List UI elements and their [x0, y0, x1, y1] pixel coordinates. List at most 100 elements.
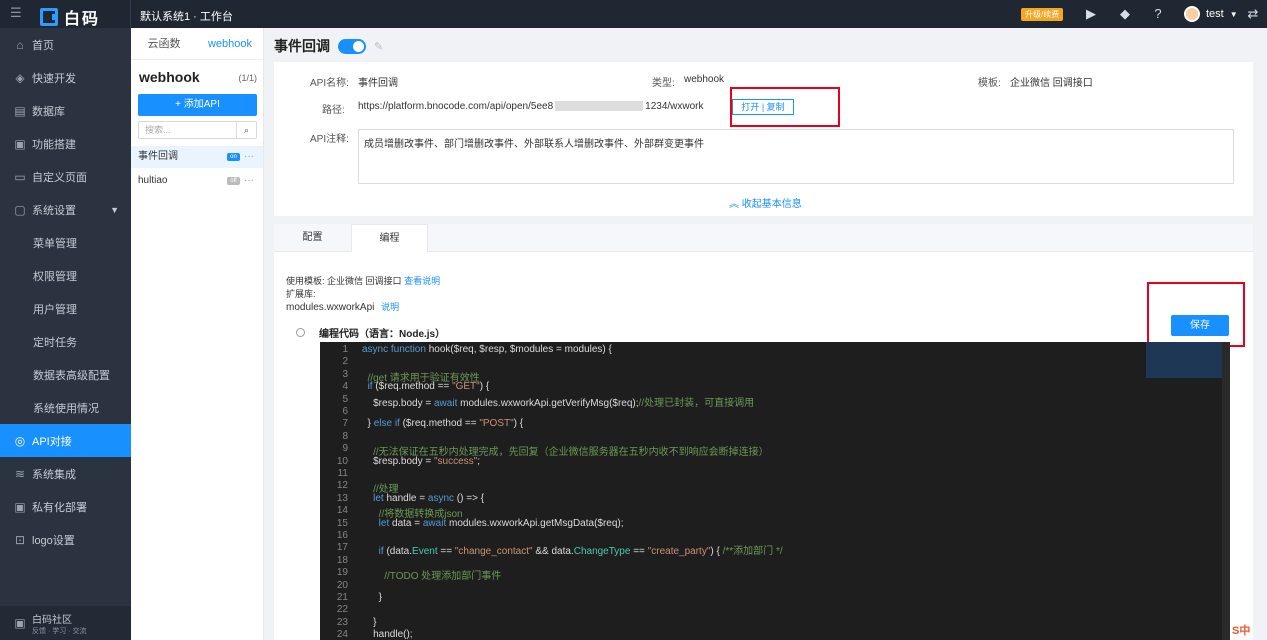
radio-icon[interactable] [296, 328, 305, 337]
sidebar-item-build[interactable]: ▣ 功能搭建 [0, 127, 131, 160]
line-number: 14 [336, 505, 348, 517]
switch-icon[interactable]: ⇄ [1245, 6, 1261, 22]
sidebar-item-label: 权限管理 [33, 270, 77, 283]
ext-doc-link[interactable]: 说明 [381, 302, 399, 312]
view-doc-link[interactable]: 查看说明 [404, 276, 440, 286]
code-line[interactable]: handle(); [362, 629, 412, 640]
breadcrumb[interactable]: 默认系统1 · 工作台 [140, 8, 233, 24]
bird-icon[interactable]: ◆ [1117, 6, 1133, 22]
api-count: (1/1) [238, 73, 257, 83]
template-label: 模板: [978, 78, 1001, 89]
sidebar-item-home[interactable]: ⌂ 首页 [0, 28, 131, 61]
tab-config[interactable]: 配置 [274, 224, 351, 252]
code-line[interactable]: } else if ($req.method == "POST") { [362, 418, 524, 429]
code-line[interactable]: if ($req.method == "GET") { [362, 381, 490, 392]
edit-icon[interactable]: ✎ [374, 40, 383, 53]
add-api-button[interactable]: + 添加API [138, 94, 257, 116]
search-placeholder: 搜索... [145, 125, 171, 135]
api-name: hultiao [138, 175, 168, 186]
use-template-label: 使用模板: [286, 276, 325, 286]
code-line[interactable]: //TODO 处理添加部门事件 [362, 567, 501, 582]
sidebar-item-label: 快速开发 [32, 72, 76, 85]
sidebar-item-usage[interactable]: 系统使用情况 [0, 391, 131, 424]
sidebar-item-table-config[interactable]: 数据表高级配置 [0, 358, 131, 391]
sidebar-item-label: 首页 [32, 39, 54, 52]
tab-programming[interactable]: 编程 [351, 224, 428, 252]
sidebar-item-private-deploy[interactable]: ▣ 私有化部署 [0, 490, 131, 523]
line-number: 2 [342, 356, 348, 368]
sidebar-item-integration[interactable]: ≋ 系统集成 [0, 457, 131, 490]
path-value: https://platform.bnocode.com/api/open/5e… [358, 101, 704, 112]
line-number: 20 [336, 579, 348, 591]
menu-toggle-icon[interactable]: ☰ [10, 6, 24, 20]
editor-scrollbar[interactable] [1222, 342, 1230, 640]
sidebar-item-menu-mgmt[interactable]: 菜单管理 [0, 226, 131, 259]
sidebar-item-custom-page[interactable]: ▭ 自定义页面 [0, 160, 131, 193]
more-icon[interactable]: ··· [244, 170, 254, 192]
code-minimap[interactable] [1146, 342, 1222, 378]
sidebar-item-api[interactable]: ◎ API对接 [0, 424, 131, 457]
list-item[interactable]: hultiao off ··· [131, 170, 263, 192]
sidebar-item-label: 私有化部署 [32, 501, 87, 514]
code-line[interactable]: } [362, 592, 382, 603]
code-line[interactable]: $resp.body = "success"; [362, 456, 480, 467]
code-line[interactable]: if (data.Event == "change_contact" && da… [362, 542, 783, 557]
line-number: 11 [337, 468, 348, 479]
code-title: 编程代码（语言：Node.js） [296, 325, 445, 340]
basic-info-card: API名称: 事件回调 类型: webhook 模板: 企业微信 回调接口 路径… [274, 62, 1253, 216]
community-subtitle: 反馈 · 学习 · 交流 [32, 627, 87, 635]
code-editor[interactable]: 1 async function hook($req, $resp, $modul… [320, 342, 1230, 640]
cube-icon: ◈ [15, 70, 25, 85]
sidebar-item-label: 系统设置 [32, 204, 76, 217]
status-badge: off [227, 177, 240, 185]
upgrade-badge[interactable]: 升级/续费 [1021, 8, 1064, 21]
community-title: 白码社区 [32, 614, 72, 626]
line-number: 18 [336, 554, 348, 566]
code-line[interactable]: let handle = async () => { [362, 493, 484, 504]
user-menu[interactable]: test ▼ [1184, 6, 1238, 22]
user-name: test [1206, 8, 1224, 20]
tab-webhook[interactable]: webhook [197, 28, 263, 59]
sidebar-item-system-settings[interactable]: ▢ 系统设置 ▼ [0, 193, 131, 226]
search-icon[interactable]: ⌕ [236, 122, 256, 138]
help-icon[interactable]: ? [1150, 6, 1166, 22]
code-tabs-card: 配置 编程 使用模板: 企业微信 回调接口 查看说明 扩展库: modules.… [274, 224, 1253, 640]
enable-toggle[interactable] [338, 38, 366, 54]
sidebar-item-quick-dev[interactable]: ◈ 快速开发 [0, 61, 131, 94]
tab-cloud-function[interactable]: 云函数 [131, 28, 197, 59]
server-icon: ▣ [14, 499, 26, 514]
line-number: 3 [342, 368, 348, 380]
page-header: 事件回调 ✎ [274, 36, 383, 56]
sidebar-item-scheduled-tasks[interactable]: 定时任务 [0, 325, 131, 358]
comment-field[interactable]: 成员增删改事件、部门增删改事件、外部联系人增删改事件、外部群变更事件 [358, 129, 1234, 184]
type-label: 类型: [652, 78, 675, 89]
community-link[interactable]: ▣ 白码社区 反馈 · 学习 · 交流 [0, 606, 131, 640]
code-line[interactable]: async function hook($req, $resp, $module… [362, 344, 612, 355]
code-line[interactable]: let data = await modules.wxworkApi.getMs… [362, 518, 624, 529]
avatar [1184, 6, 1200, 22]
sidebar-item-user-mgmt[interactable]: 用户管理 [0, 292, 131, 325]
sidebar-item-label: 功能搭建 [32, 138, 76, 151]
status-badge: on [227, 153, 240, 161]
topbar-divider [130, 0, 131, 28]
top-bar: ☰ 白码 默认系统1 · 工作台 升级/续费 ▶ ◆ ? test ▼ ⇄ [0, 0, 1267, 28]
ext-lib-label: 扩展库: [286, 289, 316, 299]
api-name-value: 事件回调 [358, 78, 398, 89]
database-icon: ▤ [14, 103, 26, 118]
chat-icon: ▣ [14, 616, 26, 630]
code-line[interactable]: } [362, 617, 376, 628]
code-line[interactable]: $resp.body = await modules.wxworkApi.get… [362, 394, 754, 409]
collapse-info-link[interactable]: ︽ 收起基本信息 [729, 195, 802, 210]
list-item[interactable]: 事件回调 on ··· [131, 146, 263, 168]
search-input[interactable]: 搜索... ⌕ [138, 121, 257, 139]
line-number: 8 [342, 430, 348, 442]
play-icon[interactable]: ▶ [1083, 6, 1099, 22]
more-icon[interactable]: ··· [244, 146, 254, 168]
line-number: 7 [342, 418, 348, 430]
ime-indicator-icon[interactable]: S中 [1232, 622, 1250, 638]
sidebar-item-permission-mgmt[interactable]: 权限管理 [0, 259, 131, 292]
sidebar-item-database[interactable]: ▤ 数据库 [0, 94, 131, 127]
line-number: 1 [342, 344, 348, 355]
sidebar-item-label: logo设置 [32, 534, 75, 547]
sidebar-item-logo[interactable]: ⊡ logo设置 [0, 523, 131, 556]
